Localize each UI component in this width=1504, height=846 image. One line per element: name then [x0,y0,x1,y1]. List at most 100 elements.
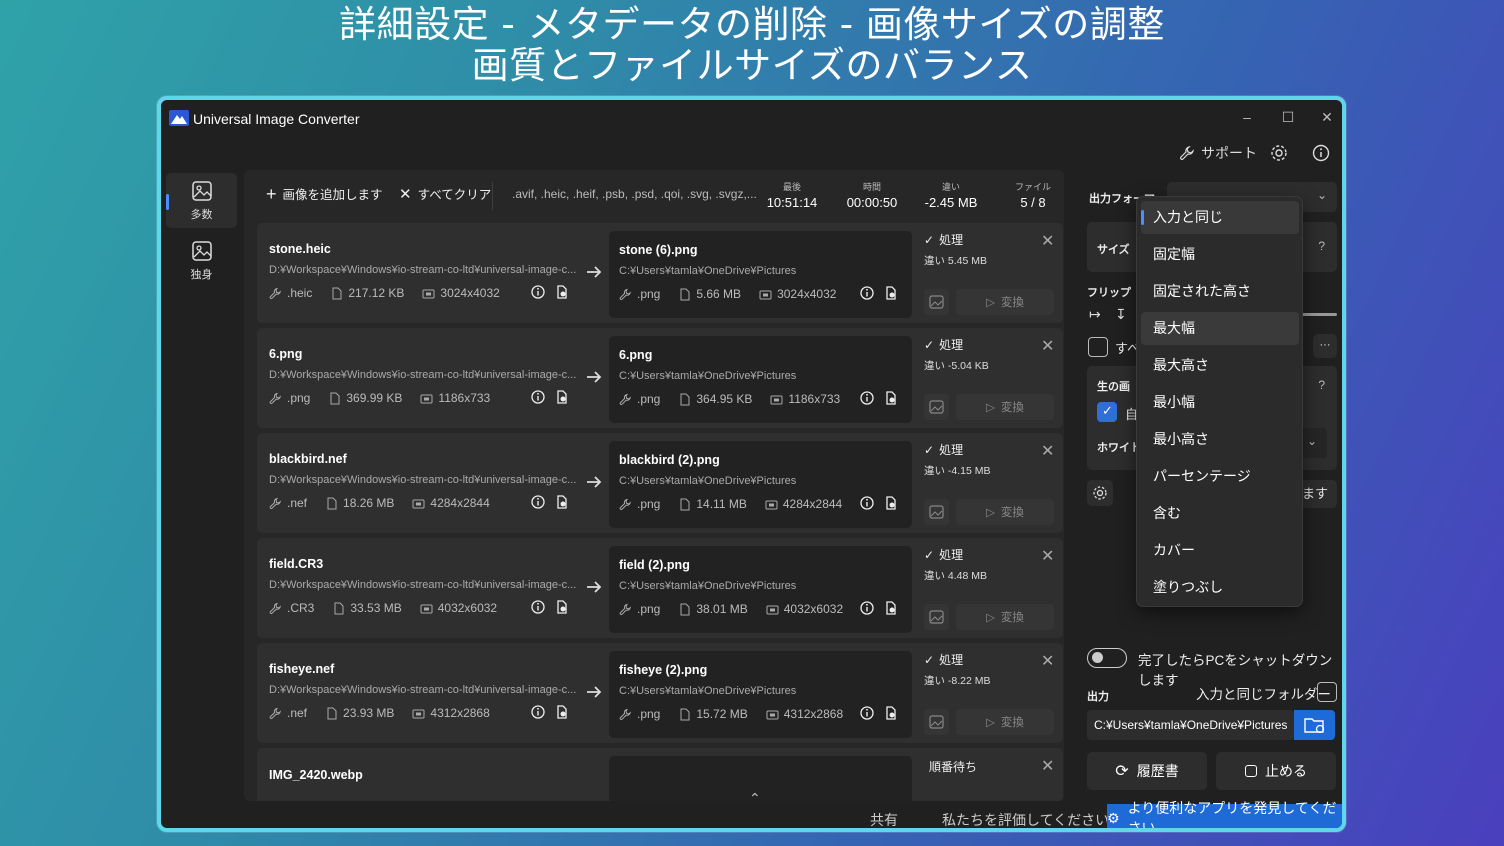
maximize-button[interactable]: ☐ [1268,106,1308,128]
size-menu-item[interactable]: 塗りつぶし [1141,571,1299,604]
output-info-button[interactable] [859,495,875,511]
nav-item-single[interactable]: 独身 [166,233,237,288]
source-info-button[interactable] [530,599,546,615]
output-file-button[interactable] [883,600,899,616]
source-info-button[interactable] [530,284,546,300]
remove-pending-icon[interactable]: ✕ [1041,756,1054,775]
file-size-text: 369.99 KB [346,391,403,405]
stat-time: 時間 00:00:50 [842,180,902,210]
preview-image-button[interactable] [924,604,949,630]
size-menu-item[interactable]: 固定幅 [1141,238,1299,271]
source-file-button[interactable] [554,599,570,615]
rate-us-link[interactable]: 私たちを評価してください [942,810,1109,828]
remove-file-icon[interactable]: ✕ [1041,651,1054,670]
nav-item-multiple[interactable]: 多数 [166,173,237,228]
source-file-button[interactable] [554,284,570,300]
browse-folder-button[interactable] [1294,710,1335,740]
preview-image-button[interactable] [924,289,949,315]
size-menu-item[interactable]: 入力と同じ [1141,201,1299,234]
file-size: 33.53 MB [332,601,402,615]
remove-file-icon[interactable]: ✕ [1041,546,1054,565]
size-help-icon[interactable]: ? [1318,239,1325,253]
source-file-path: D:¥Workspace¥Windows¥io-stream-co-ltd¥un… [269,474,577,486]
quality-slider[interactable] [1297,313,1337,316]
wrench-icon [269,287,281,299]
size-difference: 違い 4.48 MB [924,570,988,582]
output-file-button[interactable] [883,495,899,511]
preview-image-button[interactable] [924,394,949,420]
output-info-button[interactable] [859,390,875,406]
output-file-button[interactable] [883,705,899,721]
minimize-button[interactable]: – [1227,106,1267,128]
arrow-right-icon [587,581,602,593]
image-icon [929,400,944,414]
shutdown-toggle[interactable] [1087,648,1127,668]
dimensions-text: 1186x733 [438,391,491,405]
info-icon[interactable] [1308,140,1334,166]
source-info-button[interactable] [530,704,546,720]
stop-icon [1245,765,1257,777]
raw-help-icon[interactable]: ? [1318,378,1325,392]
remove-file-icon[interactable]: ✕ [1041,336,1054,355]
more-options-button[interactable]: ··· [1313,334,1337,358]
close-window-button[interactable]: ✕ [1307,106,1342,128]
size-menu-item[interactable]: 最大幅 [1141,312,1299,345]
convert-label: 変換 [1000,612,1024,624]
source-file-button[interactable] [554,494,570,510]
stop-button[interactable]: 止める [1216,752,1336,790]
source-info-button[interactable] [530,389,546,405]
output-info-button[interactable] [859,600,875,616]
app-window: Universal Image Converter – ☐ ✕ サポート 多数 … [157,96,1346,832]
size-menu-item-label: 入力と同じ [1153,209,1223,225]
flip-horizontal-icon[interactable]: ↦ [1089,306,1101,323]
dimensions-icon [766,710,779,719]
size-menu-item[interactable]: 含む [1141,497,1299,530]
output-file-button[interactable] [883,285,899,301]
convert-button[interactable]: ▷ 変換 [956,499,1054,525]
check-icon: ✓ [924,652,935,667]
size-menu-item[interactable]: カバー [1141,534,1299,567]
auto-checkbox[interactable]: ✓ [1097,402,1117,422]
dimensions-text: 3024x4032 [440,286,500,300]
source-file-button[interactable] [554,389,570,405]
support-button[interactable]: サポート [1179,143,1257,163]
wrench-icon [619,498,631,510]
convert-button[interactable]: ▷ 変換 [956,394,1054,420]
size-menu-item[interactable]: 最大高さ [1141,349,1299,382]
output-file-button[interactable] [883,390,899,406]
preview-image-button[interactable] [924,709,949,735]
source-info-button[interactable] [530,494,546,510]
select-all-checkbox[interactable] [1088,337,1108,357]
settings-gear-icon[interactable] [1266,140,1292,166]
convert-button[interactable]: ▷ 変換 [956,709,1054,735]
clear-all-button[interactable]: ✕ すべてクリア [399,184,491,203]
remove-file-icon[interactable]: ✕ [1041,441,1054,460]
convert-button[interactable]: ▷ 変換 [956,289,1054,315]
status-text: 処理 [939,233,964,247]
history-button[interactable]: ⟳ 履歴書 [1087,752,1207,790]
discover-apps-button[interactable]: ⚙ より便利なアプリを発見してください [1107,800,1342,828]
share-link[interactable]: 共有 [870,810,898,828]
flip-vertical-icon[interactable]: ↧ [1115,306,1127,323]
convert-label: 変換 [1000,297,1024,309]
size-menu-item[interactable]: 固定された高さ [1141,275,1299,308]
output-file-name: 6.png [619,348,653,362]
remove-file-icon[interactable]: ✕ [1041,231,1054,250]
output-info-button[interactable] [859,285,875,301]
source-file-button[interactable] [554,704,570,720]
size-menu-item[interactable]: パーセンテージ [1141,460,1299,493]
selected-indicator [1141,210,1144,225]
dimensions-icon [422,289,435,298]
convert-button[interactable]: ▷ 変換 [956,604,1054,630]
output-path-field[interactable]: C:¥Users¥tamla¥OneDrive¥Pictures [1087,710,1294,740]
add-images-button[interactable]: + 画像を追加します [266,184,383,203]
size-menu-item[interactable]: 最小高さ [1141,423,1299,456]
advanced-settings-button[interactable] [1087,480,1113,506]
size-menu-item[interactable]: 最小幅 [1141,386,1299,419]
output-info-button[interactable] [859,705,875,721]
preview-image-button[interactable] [924,499,949,525]
images-icon [191,181,212,201]
file-icon [680,393,690,405]
same-folder-checkbox[interactable] [1317,682,1337,702]
output-file-name: stone (6).png [619,243,698,257]
